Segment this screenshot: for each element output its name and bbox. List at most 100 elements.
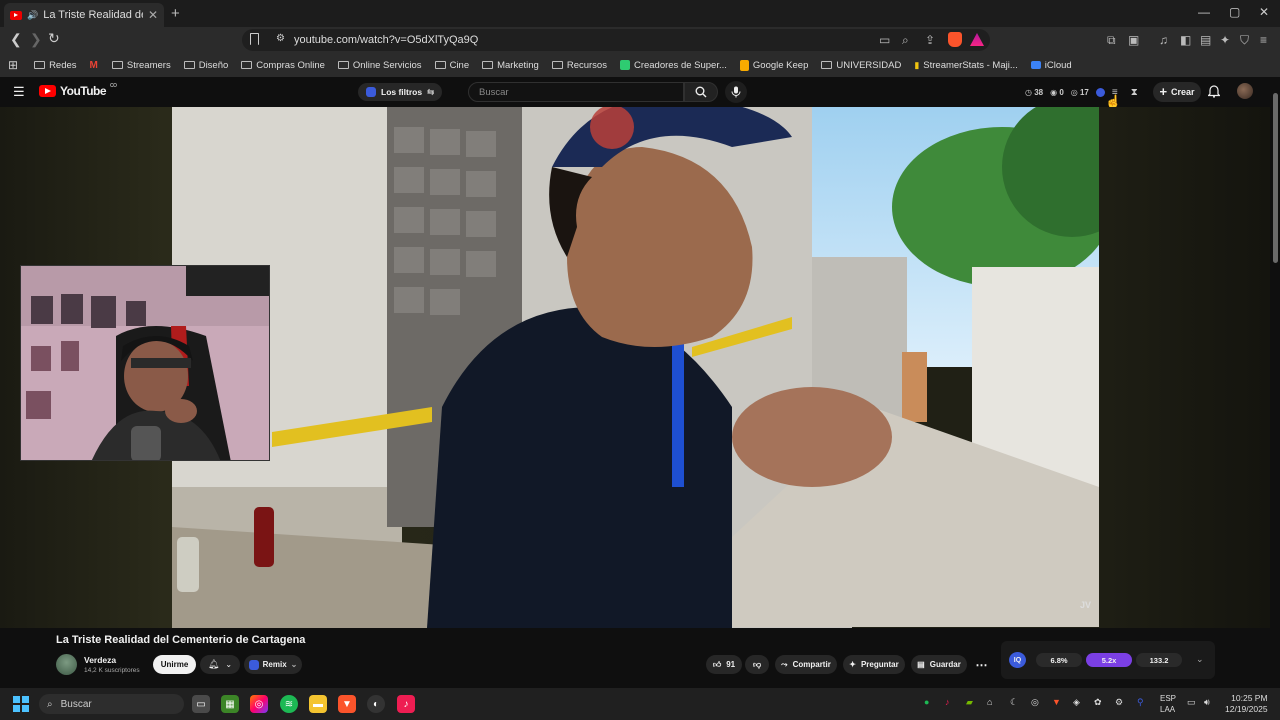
windows-start-icon[interactable] [13, 696, 29, 712]
bookmark-marketing[interactable]: Marketing [482, 60, 539, 71]
folder-icon [551, 61, 563, 69]
tray-app-icon[interactable]: ☾ [1010, 697, 1018, 708]
filters-button[interactable]: Los filtros ⇆ [358, 83, 443, 101]
reader-icon[interactable]: ▣ [1128, 33, 1139, 47]
notifications-bell-icon[interactable] [1207, 84, 1221, 103]
tiktok-icon[interactable]: ♪ [397, 695, 415, 713]
steam-tray-icon[interactable]: ⚙ [1115, 697, 1123, 708]
nvidia-tray-icon[interactable]: ▰ [966, 697, 973, 708]
video-scene [172, 107, 1099, 628]
wallet-icon[interactable]: ▤ [1200, 33, 1211, 47]
file-explorer-icon[interactable]: ▬ [309, 695, 327, 713]
volume-icon[interactable]: 🔊︎ [1204, 697, 1210, 708]
youtube-logo[interactable]: YouTube CO [39, 83, 117, 98]
vpn-icon[interactable]: ⛉ [1240, 33, 1249, 48]
network-icon[interactable]: ▭ [1187, 697, 1196, 708]
bookmark-google-keep[interactable]: Google Keep [739, 59, 808, 71]
video-frame[interactable]: JV [172, 107, 1099, 628]
voice-search-button[interactable] [725, 81, 747, 103]
forward-icon[interactable]: ❯ [30, 31, 42, 48]
window-close-icon[interactable]: ✕ [1259, 5, 1269, 19]
maximize-icon[interactable]: ▢ [1229, 5, 1240, 19]
channel-avatar[interactable] [56, 654, 77, 675]
minimize-icon[interactable]: — [1198, 5, 1210, 19]
share-page-icon[interactable]: ⇪ [925, 33, 935, 47]
bookmark-streamerstats[interactable]: ▮ StreamerStats - Maji... [914, 60, 1017, 71]
brave-tray-icon[interactable]: ▼ [1052, 697, 1061, 707]
back-icon[interactable]: ❮ [10, 31, 22, 48]
sidebar-icon[interactable]: ◧ [1180, 33, 1191, 47]
bookmark-redes[interactable]: Redes [34, 60, 77, 71]
sliders-icon: ⇆ [427, 86, 435, 97]
subscription-bell-button[interactable]: 🔔︎ ⌄ [200, 655, 240, 674]
zoom-icon[interactable]: ⌕ [902, 33, 909, 48]
scrollbar-thumb[interactable] [1273, 93, 1278, 263]
task-view-icon[interactable]: ▭ [192, 695, 210, 713]
tiktok-tray-icon[interactable]: ♪ [945, 697, 950, 707]
bookmark-diseno[interactable]: Diseño [183, 60, 228, 71]
leo-ai-icon[interactable]: ✦ [1220, 33, 1230, 47]
bookmark-servicios[interactable]: Online Servicios [337, 60, 422, 71]
speaker-icon: 🔊 [27, 9, 39, 20]
channel-name[interactable]: Verdeza [84, 655, 116, 665]
tray-app-icon[interactable]: ⚲ [1137, 697, 1144, 708]
bookmark-universidad[interactable]: UNIVERSIDAD [821, 60, 901, 71]
taskbar-search-input[interactable]: ⌕ Buscar [39, 694, 184, 714]
bookmark-page-icon[interactable] [250, 33, 259, 45]
language-indicator[interactable]: ESP LAA [1160, 693, 1176, 715]
folder-icon [337, 61, 349, 69]
search-button[interactable] [684, 82, 718, 102]
bookmark-recursos[interactable]: Recursos [551, 60, 607, 71]
menu-icon[interactable]: ≡ [1260, 33, 1267, 47]
like-button[interactable]: 👍︎ 91 [706, 655, 742, 674]
hourglass-icon[interactable]: ⧗ [1131, 87, 1138, 98]
bookmark-cine[interactable]: Cine [434, 60, 469, 71]
create-button[interactable]: + Crear [1153, 82, 1201, 102]
bookmark-icloud[interactable]: iCloud [1030, 60, 1072, 71]
share-button[interactable]: ⤳ Compartir [775, 655, 837, 674]
reload-icon[interactable]: ↻ [48, 30, 60, 47]
system-clock[interactable]: 10:25 PM 12/19/2025 [1225, 693, 1268, 715]
hamburger-menu-icon[interactable]: ☰ [13, 84, 25, 100]
bookmark-creadores[interactable]: Creadores de Super... [619, 60, 727, 71]
apps-icon[interactable]: ⊞ [8, 58, 18, 72]
minecraft-icon[interactable]: ▦ [221, 695, 239, 713]
spotify-icon[interactable]: ≋ [280, 695, 298, 713]
join-button[interactable]: Unirme [153, 655, 196, 674]
bookmark-streamers[interactable]: Streamers [111, 60, 171, 71]
brave-browser-icon[interactable]: ▼ [338, 695, 356, 713]
save-button[interactable]: ▤ Guardar [911, 655, 967, 674]
extension-logo-icon [366, 87, 376, 97]
chevron-down-icon[interactable]: ⌄ [1196, 654, 1204, 665]
dislike-button[interactable]: 👎︎ [745, 655, 769, 674]
ask-button[interactable]: ✦ Preguntar [843, 655, 905, 674]
tray-app-icon[interactable]: ✿ [1094, 697, 1102, 708]
tray-app-icon[interactable]: ◎ [1031, 697, 1039, 708]
remix-button[interactable]: Remix ⌄ [244, 655, 302, 674]
extensions-icon[interactable]: ⧉ [1107, 33, 1116, 48]
extension-logo-icon[interactable]: IQ [1009, 652, 1026, 668]
bookmark-gmail[interactable]: M [90, 60, 102, 71]
extension-logo-icon[interactable] [1095, 88, 1105, 97]
media-icon[interactable]: ♫ [1159, 33, 1168, 47]
bookmark-compras[interactable]: Compras Online [241, 60, 325, 71]
stat-likes: ◎ 17 [1070, 88, 1089, 97]
app-icon[interactable]: ◐ [367, 695, 385, 713]
cast-icon[interactable]: ▭ [879, 33, 890, 47]
address-bar[interactable]: youtube.com/watch?v=O5dXlTyQa9Q [242, 29, 990, 51]
user-avatar[interactable] [1237, 83, 1253, 99]
tray-app-icon[interactable]: ◈ [1073, 697, 1080, 708]
page-scrollbar[interactable] [1271, 85, 1280, 685]
browser-tab[interactable]: 🔊 La Triste Realidad del Cementerio de C… [4, 3, 164, 27]
tray-app-icon[interactable]: ⌂ [987, 697, 992, 707]
new-tab-button[interactable]: + [171, 5, 180, 22]
brave-shield-icon[interactable] [948, 32, 962, 47]
instagram-icon[interactable]: ◎ [250, 695, 268, 713]
site-info-icon[interactable]: ⚙ [276, 33, 285, 44]
spotify-tray-icon[interactable]: ● [924, 697, 929, 707]
streamer-webcam-overlay [20, 265, 270, 461]
youtube-search-input[interactable]: Buscar [468, 82, 684, 102]
tab-close-icon[interactable]: ✕ [148, 8, 158, 22]
keep-icon [739, 59, 749, 71]
more-actions-icon[interactable]: ⋯ [972, 655, 991, 674]
